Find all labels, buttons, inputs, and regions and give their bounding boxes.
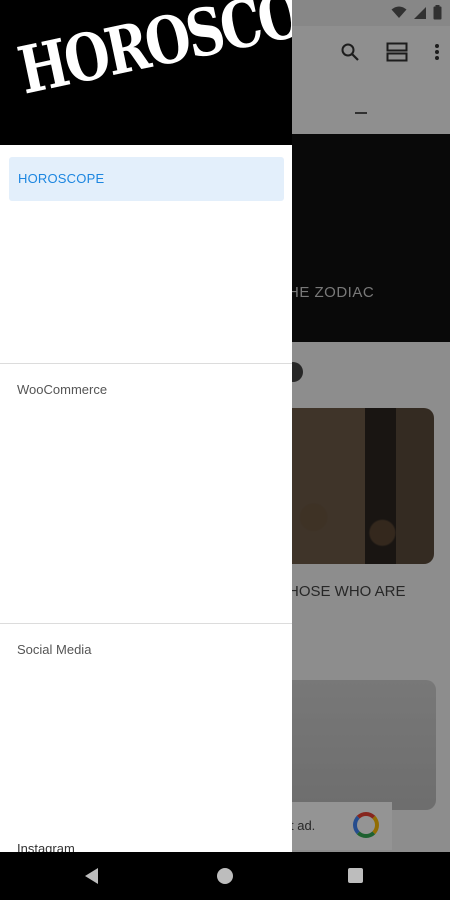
section-instagram[interactable]: Instagram (17, 841, 75, 852)
menu-item-horoscope[interactable]: HOROSCOPE (9, 157, 284, 201)
recents-icon[interactable] (348, 868, 363, 883)
back-icon[interactable] (85, 868, 98, 884)
section-woocommerce[interactable]: WooCommerce (17, 382, 107, 397)
horoscope-logo: HOROSCOPE (12, 0, 292, 110)
system-nav-bar (0, 852, 450, 900)
divider (0, 623, 292, 624)
home-icon[interactable] (217, 868, 233, 884)
section-social-media[interactable]: Social Media (17, 642, 91, 657)
divider (0, 363, 292, 364)
menu-item-label: HOROSCOPE (18, 171, 105, 186)
navigation-drawer: HOROSCOPE HOROSCOPE WooCommerce Social M… (0, 0, 292, 852)
drawer-header: HOROSCOPE (0, 0, 292, 145)
